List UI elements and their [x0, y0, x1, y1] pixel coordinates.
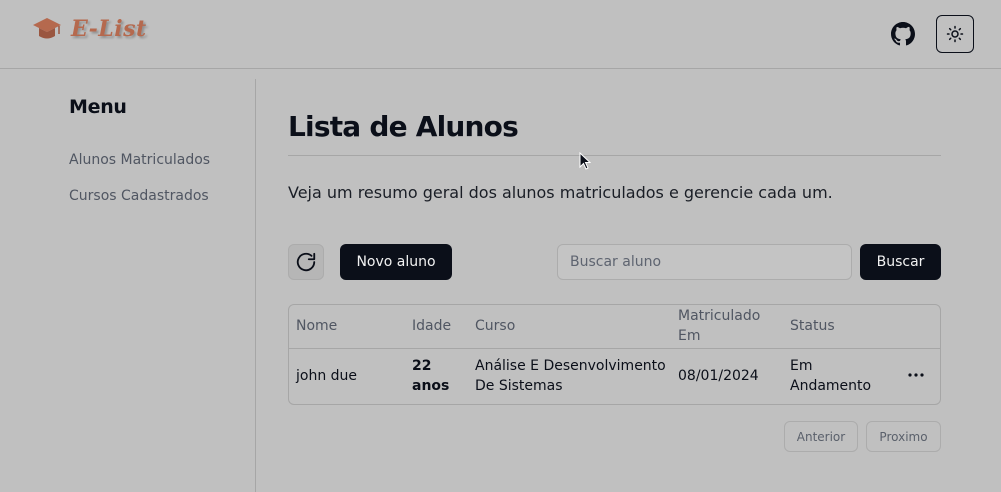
logo[interactable]: E-List	[31, 13, 147, 45]
column-header-nome: Nome	[296, 318, 338, 334]
refresh-icon	[296, 252, 316, 272]
search-input[interactable]	[557, 244, 852, 280]
new-student-button[interactable]: Novo aluno	[340, 244, 452, 280]
mouse-cursor-icon	[579, 152, 591, 170]
cell-idade: 22 anos	[412, 358, 450, 394]
search-button[interactable]: Buscar	[860, 244, 941, 280]
table-header-divider	[289, 348, 940, 349]
row-actions-icon[interactable]	[907, 366, 925, 384]
column-header-idade: Idade	[412, 318, 452, 334]
sidebar-title: Menu	[69, 96, 127, 118]
refresh-button[interactable]	[288, 244, 324, 280]
sidebar-divider	[255, 79, 256, 492]
app-header: E-List	[0, 0, 1001, 69]
column-header-matriculado-em: Matriculado Em	[678, 308, 761, 344]
column-header-curso: Curso	[475, 318, 516, 334]
cell-status: Em Andamento	[790, 358, 872, 394]
brand-name: E-List	[71, 16, 147, 42]
graduation-cap-icon	[33, 18, 61, 39]
cell-curso: Análise E Desenvolvimento De Sistemas	[475, 358, 666, 394]
students-table: Nome Idade Curso Matriculado Em Status j…	[288, 304, 941, 405]
cell-nome: john due	[296, 368, 358, 384]
page-title: Lista de Alunos	[288, 110, 519, 143]
page-subtitle: Veja um resumo geral dos alunos matricul…	[288, 183, 833, 202]
cell-matriculado-em: 08/01/2024	[678, 368, 759, 384]
column-header-status: Status	[790, 318, 835, 334]
github-link[interactable]	[888, 19, 918, 49]
title-divider	[288, 155, 941, 156]
sidebar-item-cursos-cadastrados[interactable]: Cursos Cadastrados	[69, 188, 209, 204]
next-page-button[interactable]: Proximo	[866, 421, 941, 452]
github-icon	[891, 22, 915, 46]
theme-toggle-button[interactable]	[936, 15, 974, 53]
previous-page-button[interactable]: Anterior	[784, 421, 858, 452]
sidebar-item-alunos-matriculados[interactable]: Alunos Matriculados	[69, 152, 210, 168]
sun-icon	[946, 25, 964, 43]
